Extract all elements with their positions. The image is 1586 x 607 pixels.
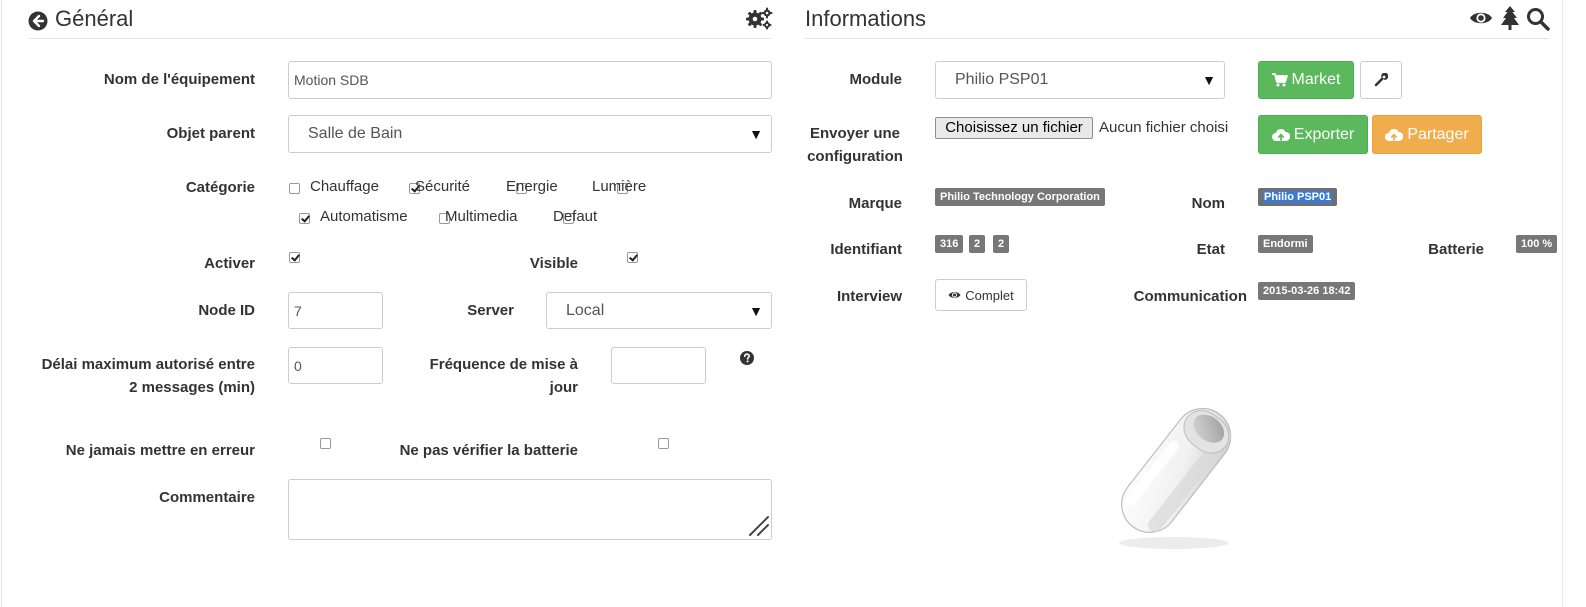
never-error-label: Ne jamais mettre en erreur — [65, 442, 255, 459]
config-label: Envoyer une configuration — [795, 122, 915, 168]
parent-select-value: Salle de Bain — [308, 125, 403, 142]
market-button-label: Market — [1291, 71, 1341, 88]
config-label-line-2: configuration — [807, 148, 903, 165]
gears-icon[interactable] — [746, 6, 774, 30]
comment-textarea[interactable] — [288, 479, 772, 540]
export-button-label: Exporter — [1293, 125, 1355, 143]
back-icon[interactable] — [28, 11, 48, 31]
etat-label: Etat — [1196, 241, 1225, 258]
frequence-input[interactable] — [611, 347, 706, 384]
comment-label: Commentaire — [159, 489, 255, 506]
category-label-lumiere: Lumière — [592, 178, 647, 195]
identifiant-label: Identifiant — [830, 241, 902, 258]
category-row-2: Automatisme Multimedia Defaut — [299, 207, 769, 227]
communication-label: Communication — [1133, 288, 1247, 305]
cloud-upload-icon — [1271, 128, 1290, 141]
cart-icon — [1271, 73, 1288, 87]
eye-icon — [948, 292, 961, 298]
share-button[interactable]: Partager — [1372, 115, 1482, 154]
informations-title: Informations — [805, 6, 927, 31]
config-label-line-1: Envoyer une — [809, 125, 901, 142]
dropdown-arrow-icon: ▼ — [749, 302, 763, 319]
batterie-badge: 100 % — [1516, 235, 1558, 253]
delai-label-line-2: 2 messages (min) — [129, 379, 255, 396]
identifiant-badge: 316 — [935, 235, 964, 253]
category-label: Catégorie — [185, 179, 255, 196]
general-divider — [28, 38, 772, 39]
device-image — [1088, 378, 1264, 554]
server-select[interactable]: Local ▼ — [546, 292, 772, 329]
batterie-label: Batterie — [1428, 241, 1484, 258]
delai-label: Délai maximum autorisé entre 2 messages … — [10, 353, 255, 399]
wrench-button[interactable] — [1360, 61, 1402, 99]
eye-icon[interactable] — [1469, 9, 1493, 27]
nom-label: Nom — [1191, 195, 1225, 212]
choose-file-button[interactable]: Choisissez un fichier — [935, 117, 1093, 139]
module-select-value: Philio PSP01 — [955, 71, 1049, 88]
frequence-label-line-2: jour — [549, 379, 578, 396]
name-label: Nom de l'équipement — [103, 71, 255, 88]
dropdown-arrow-icon: ▼ — [1202, 72, 1216, 88]
server-label: Server — [467, 302, 514, 319]
category-label-energie: Energie — [506, 178, 558, 195]
visible-label: Visible — [529, 255, 578, 272]
right-border — [1562, 0, 1563, 607]
nom-badge-text: Philio PSP01 — [1263, 191, 1333, 203]
tree-icon[interactable] — [1500, 6, 1520, 30]
file-status: Aucun fichier choisi — [1099, 119, 1229, 136]
delai-label-line-1: Délai maximum autorisé entre — [41, 356, 255, 373]
never-error-checkbox[interactable] — [319, 438, 331, 449]
category-label-defaut: Defaut — [553, 208, 598, 225]
category-label-chauffage: Chauffage — [310, 178, 379, 195]
dropdown-arrow-icon: ▼ — [749, 126, 763, 142]
category-label-securite: Sécurité — [415, 178, 471, 195]
market-button[interactable]: Market — [1258, 61, 1354, 99]
informations-divider — [805, 38, 1549, 39]
frequence-label-line-1: Fréquence de mise à — [429, 356, 578, 373]
left-border — [1, 0, 2, 607]
no-battery-label: Ne pas vérifier la batterie — [399, 442, 578, 459]
wrench-icon — [1374, 73, 1388, 87]
share-button-label: Partager — [1407, 125, 1469, 143]
module-label: Module — [849, 71, 903, 88]
no-battery-checkbox[interactable] — [658, 438, 670, 449]
marque-badge: Philio Technology Corporation — [935, 188, 1105, 206]
parent-label: Objet parent — [166, 125, 255, 142]
nom-badge: Philio PSP01 — [1258, 188, 1338, 206]
etat-badge: Endormi — [1258, 235, 1313, 253]
category-checkbox-automatisme[interactable] — [299, 213, 310, 224]
identifiant-badge: 2 — [969, 235, 986, 253]
name-input[interactable] — [288, 61, 772, 99]
search-icon[interactable] — [1526, 7, 1550, 31]
interview-button-label: Complet — [965, 287, 1014, 303]
parent-select[interactable]: Salle de Bain ▼ — [288, 115, 772, 153]
category-label-multimedia: Multimedia — [445, 208, 518, 225]
help-icon[interactable] — [740, 351, 754, 365]
visible-checkbox[interactable] — [627, 252, 639, 263]
interview-button[interactable]: Complet — [935, 279, 1027, 311]
identifiant-badge: 2 — [993, 235, 1010, 253]
resize-handle-icon[interactable] — [748, 515, 770, 537]
communication-badge: 2015-03-26 18:42 — [1258, 282, 1356, 300]
export-button[interactable]: Exporter — [1258, 115, 1368, 154]
activer-checkbox[interactable] — [289, 252, 300, 263]
node-id-input[interactable] — [288, 292, 383, 329]
server-select-value: Local — [566, 301, 605, 319]
category-checkbox-chauffage[interactable] — [289, 183, 300, 194]
delai-input[interactable] — [288, 347, 383, 384]
category-label-automatisme: Automatisme — [320, 208, 408, 225]
node-id-label: Node ID — [198, 302, 255, 319]
interview-label: Interview — [836, 288, 902, 305]
category-row-1: Chauffage Sécurité Energie Lumière — [289, 177, 769, 197]
activer-label: Activer — [204, 255, 255, 272]
general-title: Général — [55, 6, 134, 31]
frequence-label: Fréquence de mise à jour — [380, 353, 578, 399]
cloud-upload-icon — [1385, 128, 1404, 141]
module-select[interactable]: Philio PSP01 ▼ — [935, 61, 1225, 99]
marque-label: Marque — [848, 195, 902, 212]
